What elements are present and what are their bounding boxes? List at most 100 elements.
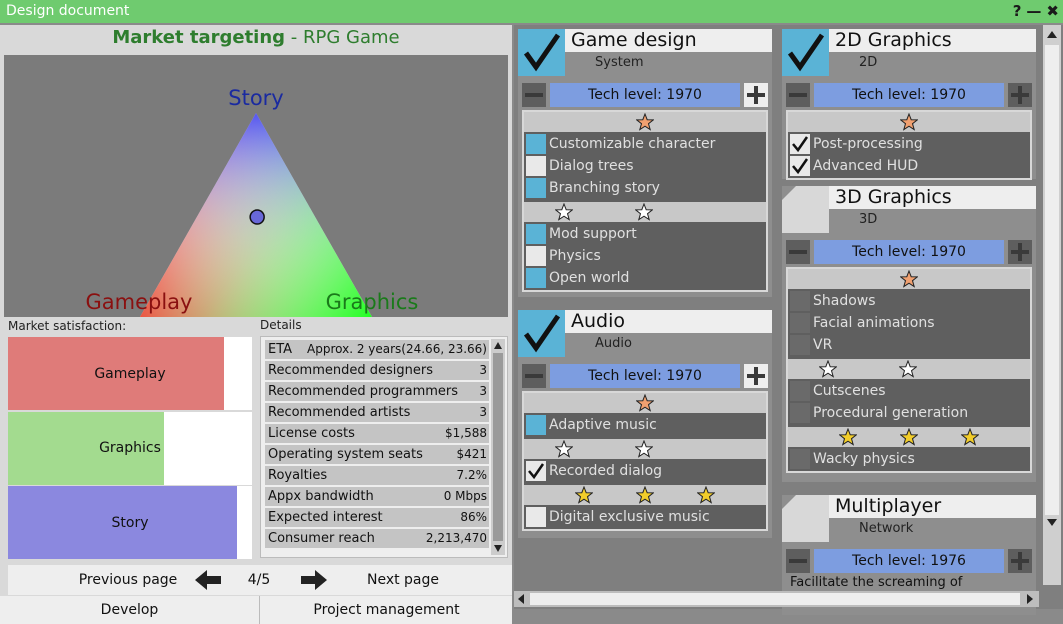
- feature-row[interactable]: Mod support: [526, 223, 766, 245]
- star-icon: [900, 113, 918, 131]
- close-icon[interactable]: ✖: [1046, 0, 1059, 23]
- features-vertical-scrollbar[interactable]: [1043, 25, 1061, 585]
- checkbox-icon[interactable]: [526, 415, 546, 435]
- market-triangle[interactable]: Story Gameplay Graphics: [4, 55, 508, 317]
- tech-level-row: Tech level: 1970: [786, 240, 1032, 264]
- tech-increase-button[interactable]: [1008, 83, 1032, 107]
- next-page-button[interactable]: Next page: [338, 566, 468, 594]
- checkbox-checked-icon[interactable]: [790, 134, 810, 154]
- market-title-main: Market targeting: [112, 27, 286, 48]
- details-scrollbar[interactable]: [491, 339, 505, 555]
- feature-row[interactable]: Shadows: [790, 290, 1030, 312]
- bottom-tabs: Develop Project management: [0, 596, 512, 624]
- pager: Previous page 4/5 Next page: [8, 565, 512, 595]
- unchecked-badge-icon[interactable]: [782, 186, 829, 233]
- feature-row[interactable]: Digital exclusive music: [526, 506, 766, 528]
- feature-row[interactable]: Procedural generation: [790, 402, 1030, 424]
- feature-name: Physics: [549, 248, 601, 264]
- checkbox-icon[interactable]: [790, 313, 810, 333]
- page-indicator: 4/5: [247, 572, 271, 588]
- checkbox-icon[interactable]: [526, 134, 546, 154]
- unchecked-badge-icon[interactable]: [782, 495, 829, 542]
- card-subtitle: Audio: [565, 333, 772, 355]
- checkbox-icon[interactable]: [790, 449, 810, 469]
- checkbox-icon[interactable]: [790, 381, 810, 401]
- gameplay-label: Gameplay: [86, 290, 193, 314]
- arrow-left-icon[interactable]: [194, 566, 222, 600]
- details-label: Details: [260, 318, 302, 332]
- project-management-button[interactable]: Project management: [261, 596, 512, 624]
- checkbox-checked-icon[interactable]: [790, 156, 810, 176]
- help-icon[interactable]: ?: [1013, 0, 1022, 23]
- feature-row[interactable]: Customizable character: [526, 133, 766, 155]
- tech-decrease-button[interactable]: [522, 83, 546, 107]
- previous-page-button[interactable]: Previous page: [48, 566, 208, 594]
- detail-value: 0 Mbps: [443, 489, 487, 503]
- feature-row[interactable]: Advanced HUD: [790, 155, 1030, 177]
- checkmark-icon[interactable]: [782, 29, 829, 76]
- checkmark-icon[interactable]: [518, 310, 565, 357]
- card-title: 2D Graphics: [829, 29, 1036, 52]
- feature-row[interactable]: Post-processing: [790, 133, 1030, 155]
- checkbox-icon[interactable]: [790, 291, 810, 311]
- develop-button[interactable]: Develop: [0, 596, 260, 624]
- feature-row[interactable]: Open world: [526, 267, 766, 289]
- checkbox-icon[interactable]: [790, 403, 810, 423]
- tech-increase-button[interactable]: [1008, 240, 1032, 264]
- vertical-scroll-track[interactable]: [1043, 25, 1061, 585]
- detail-key: ETA: [268, 342, 293, 357]
- tech-decrease-button[interactable]: [522, 364, 546, 388]
- feature-name: Advanced HUD: [813, 158, 919, 174]
- checkbox-icon[interactable]: [526, 156, 546, 176]
- checkbox-icon[interactable]: [790, 335, 810, 355]
- checkbox-icon[interactable]: [526, 507, 546, 527]
- design-document-window: Design document ? — ✖ Market targeting -…: [0, 0, 1063, 624]
- feature-row[interactable]: Adaptive music: [526, 414, 766, 436]
- star-icon: [636, 394, 654, 412]
- star-icon: [697, 486, 715, 504]
- tech-level-row: Tech level: 1976: [786, 549, 1032, 573]
- checkbox-icon[interactable]: [526, 246, 546, 266]
- horizontal-scroll-track[interactable]: [514, 591, 1039, 607]
- detail-row: Recommended programmers 3: [265, 382, 489, 401]
- tech-increase-button[interactable]: [744, 83, 768, 107]
- feature-name: Branching story: [549, 180, 660, 196]
- star-icon: [636, 486, 654, 504]
- star-icon: [819, 360, 837, 378]
- satisfaction-label: Gameplay: [94, 365, 166, 382]
- feature-name: Dialog trees: [549, 158, 634, 174]
- detail-row: Appx bandwidth 0 Mbps: [265, 487, 489, 506]
- feature-row[interactable]: Physics: [526, 245, 766, 267]
- feature-row[interactable]: Cutscenes: [790, 380, 1030, 402]
- satisfaction-bar-story: Story: [8, 486, 252, 559]
- feature-row[interactable]: Branching story: [526, 177, 766, 199]
- tech-decrease-button[interactable]: [786, 549, 810, 573]
- feature-row[interactable]: VR: [790, 334, 1030, 356]
- arrow-right-icon[interactable]: [300, 566, 328, 600]
- feature-row[interactable]: Wacky physics: [790, 448, 1030, 470]
- satisfaction-label: Graphics: [99, 440, 161, 456]
- target-marker[interactable]: [249, 209, 265, 225]
- checkbox-icon[interactable]: [526, 224, 546, 244]
- feature-row[interactable]: Dialog trees: [526, 155, 766, 177]
- tech-decrease-button[interactable]: [786, 83, 810, 107]
- features-horizontal-scrollbar[interactable]: [514, 591, 1039, 607]
- feature-name: Post-processing: [813, 136, 923, 152]
- feature-row[interactable]: Facial animations: [790, 312, 1030, 334]
- detail-value: 2,213,470: [425, 531, 487, 545]
- feature-row[interactable]: Recorded dialog: [526, 460, 766, 482]
- detail-value: $421: [456, 447, 487, 461]
- tech-decrease-button[interactable]: [786, 240, 810, 264]
- card-subtitle: 2D: [829, 52, 1036, 74]
- checkbox-icon[interactable]: [526, 178, 546, 198]
- minimize-icon[interactable]: —: [1026, 0, 1041, 23]
- checkmark-icon[interactable]: [518, 29, 565, 76]
- tech-increase-button[interactable]: [744, 364, 768, 388]
- tech-increase-button[interactable]: [1008, 549, 1032, 573]
- checkbox-checked-icon[interactable]: [526, 461, 546, 481]
- checkbox-icon[interactable]: [526, 268, 546, 288]
- details-scroll-arrows[interactable]: [491, 339, 505, 555]
- details-list: ETA Approx. 2 years(24.66, 23.66) Recommen…: [260, 336, 508, 558]
- detail-value: 7.2%: [456, 468, 488, 482]
- window-title: Design document: [6, 3, 130, 19]
